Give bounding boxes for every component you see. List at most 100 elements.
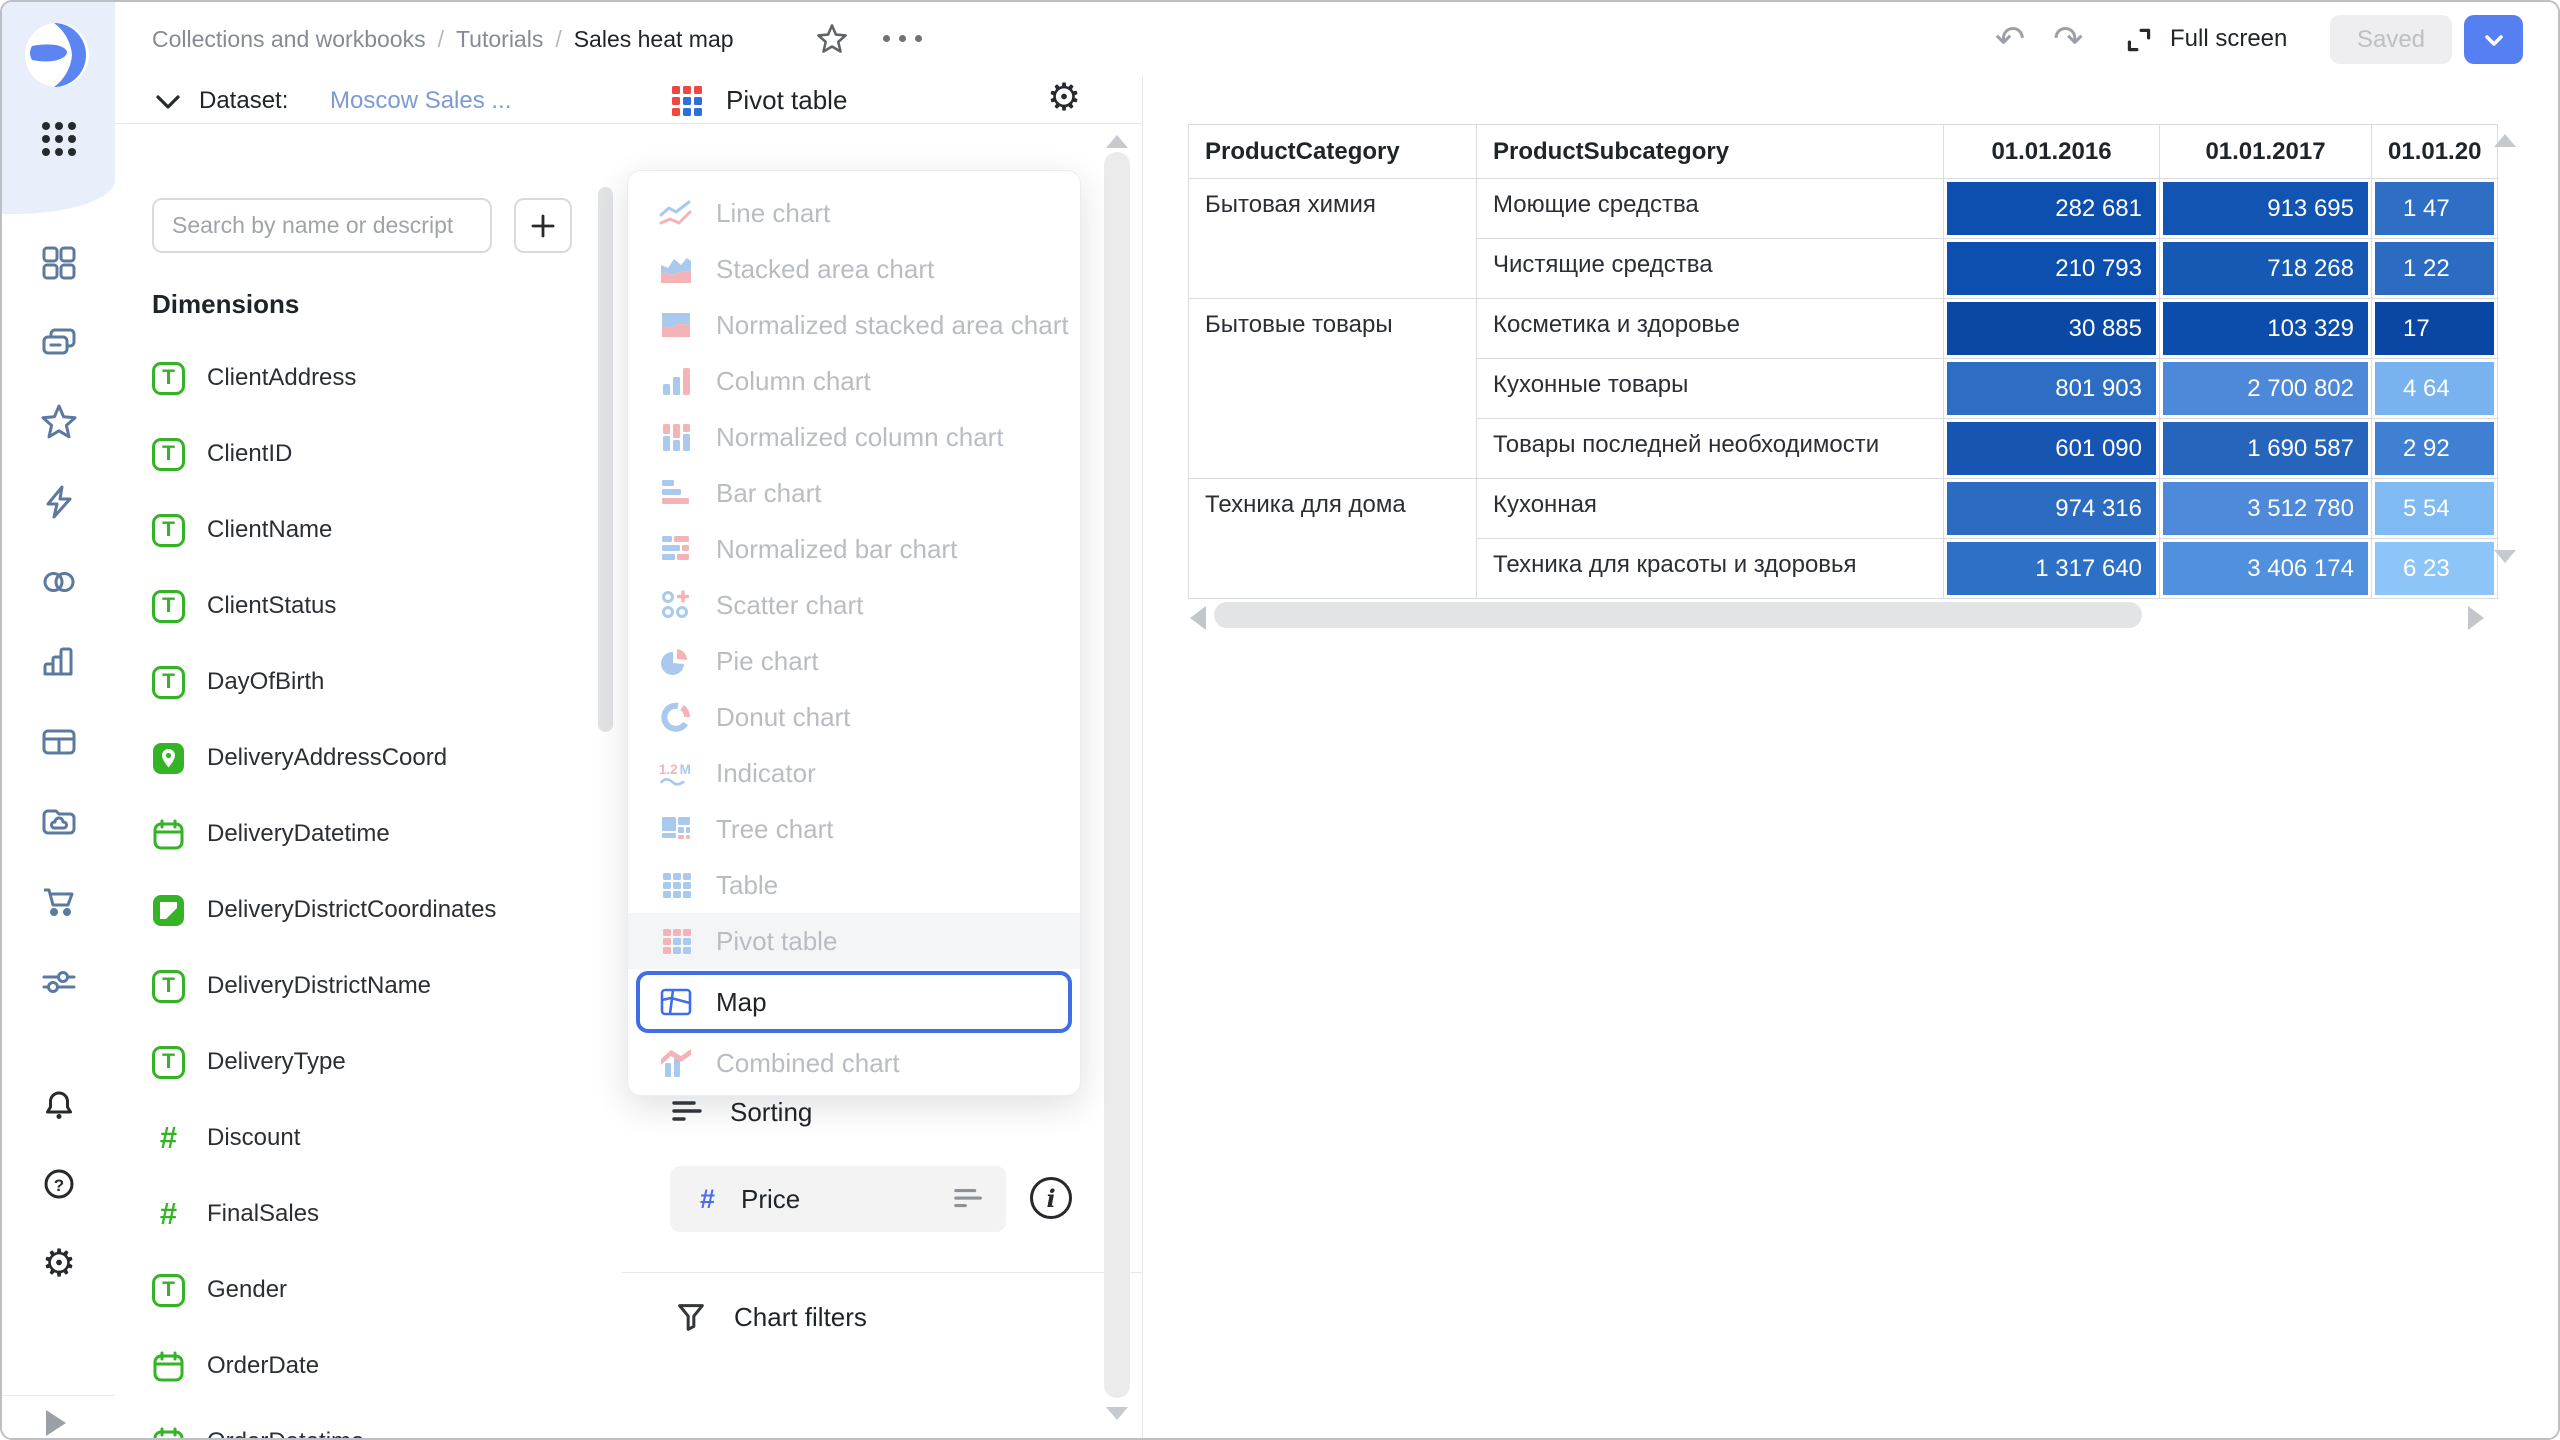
hscroll-left-arrow-icon[interactable] <box>1190 606 1206 630</box>
chart-settings-gear-icon[interactable]: ⚙ <box>1047 79 1081 117</box>
more-actions-icon[interactable] <box>883 35 922 42</box>
hscroll-thumb[interactable] <box>1214 602 2142 628</box>
menu-item-combined-chart[interactable]: Combined chart <box>628 1035 1080 1091</box>
hscroll-right-arrow-icon[interactable] <box>2468 606 2484 630</box>
datalens-logo-icon[interactable] <box>24 22 90 88</box>
normalized-column-chart-icon <box>658 419 694 455</box>
scroll-down-icon[interactable] <box>1106 1407 1128 1420</box>
breadcrumb-current-page: Sales heat map <box>573 26 734 52</box>
visualization-selector[interactable]: Pivot table <box>670 83 847 117</box>
menu-item-donut-chart[interactable]: Donut chart <box>628 689 1080 745</box>
favorite-star-icon[interactable] <box>815 22 849 56</box>
menu-item-line-chart[interactable]: Line chart <box>628 185 1080 241</box>
heat-value-cell: 1 690 587 <box>2159 418 2372 479</box>
dataset-panel: Dataset: Moscow Sales ... Dimensions T Cl… <box>115 77 623 1438</box>
editor-lightning-icon[interactable] <box>38 481 80 523</box>
menu-item-scatter-chart[interactable]: Scatter chart <box>628 577 1080 633</box>
add-field-button[interactable] <box>514 198 572 253</box>
geopoint-field-icon <box>153 742 184 774</box>
charts-icon[interactable] <box>38 641 80 683</box>
sort-direction-icon[interactable] <box>952 1184 986 1214</box>
tables-icon[interactable] <box>38 721 80 763</box>
services-sliders-icon[interactable] <box>38 961 80 1003</box>
field-item-FinalSales[interactable]: # FinalSales <box>115 1176 595 1252</box>
connections-venn-icon[interactable] <box>38 561 80 603</box>
field-item-ClientName[interactable]: T ClientName <box>115 492 595 568</box>
menu-item-map[interactable]: Map <box>636 971 1072 1033</box>
saved-button[interactable]: Saved <box>2330 15 2452 64</box>
sorting-field-price-chip[interactable]: # Price <box>670 1166 1006 1232</box>
dataset-name-link[interactable]: Moscow Sales ... <box>330 87 511 115</box>
number-field-icon: # <box>700 1183 716 1214</box>
field-search-input[interactable] <box>152 198 492 253</box>
menu-item-normalized-column-chart[interactable]: Normalized column chart <box>628 409 1080 465</box>
stacked-area-chart-icon <box>658 251 694 287</box>
fullscreen-button[interactable]: Full screen <box>2170 25 2287 53</box>
apps-grid-icon[interactable] <box>38 118 80 160</box>
field-item-ClientStatus[interactable]: T ClientStatus <box>115 568 595 644</box>
fullscreen-icon[interactable] <box>2123 24 2155 56</box>
number-field-icon: # <box>159 1196 178 1231</box>
undo-icon[interactable]: ↶ <box>1995 18 2025 60</box>
field-item-DeliveryDistrictName[interactable]: T DeliveryDistrictName <box>115 948 595 1024</box>
dashboards-icon[interactable] <box>38 242 80 284</box>
favorites-star-icon[interactable] <box>38 401 80 443</box>
menu-item-pivot-table[interactable]: Pivot table <box>628 913 1080 969</box>
field-item-ClientID[interactable]: T ClientID <box>115 416 595 492</box>
table-icon <box>658 867 694 903</box>
redo-icon[interactable]: ↷ <box>2053 18 2083 60</box>
menu-item-normalized-bar-chart[interactable]: Normalized bar chart <box>628 521 1080 577</box>
dataset-panel-scrollbar[interactable] <box>598 187 613 732</box>
scroll-up-icon[interactable] <box>1106 135 1128 148</box>
breadcrumb-tutorials[interactable]: Tutorials <box>456 26 543 53</box>
breadcrumb-collections[interactable]: Collections and workbooks <box>152 26 426 53</box>
storage-folder-icon[interactable] <box>38 801 80 843</box>
menu-item-tree-chart[interactable]: Tree chart <box>628 801 1080 857</box>
dataset-label: Dataset: <box>199 87 289 114</box>
menu-item-label: Indicator <box>716 757 816 788</box>
heat-value-cell: 718 268 <box>2159 238 2372 299</box>
number-field-icon: # <box>159 1120 178 1155</box>
dimensions-section-title: Dimensions <box>152 289 300 319</box>
help-icon[interactable]: ? <box>38 1163 80 1205</box>
field-item-DeliveryDistrictCoordinates[interactable]: DeliveryDistrictCoordinates <box>115 872 595 948</box>
dataset-header[interactable]: Dataset: Moscow Sales ... <box>115 77 622 124</box>
save-dropdown-button[interactable] <box>2464 15 2523 64</box>
field-item-DeliveryType[interactable]: T DeliveryType <box>115 1024 595 1100</box>
heat-value-cell: 974 316 <box>1943 478 2160 539</box>
vscroll-up-arrow-icon[interactable] <box>2494 134 2516 147</box>
column-header: ProductCategory <box>1188 124 1477 179</box>
menu-item-bar-chart[interactable]: Bar chart <box>628 465 1080 521</box>
field-label: DeliveryType <box>207 1048 346 1075</box>
menu-item-label: Scatter chart <box>716 589 864 620</box>
menu-item-pie-chart[interactable]: Pie chart <box>628 633 1080 689</box>
field-item-DayOfBirth[interactable]: T DayOfBirth <box>115 644 595 720</box>
sorting-field-label: Price <box>741 1183 801 1214</box>
menu-item-normalized-stacked-area-chart[interactable]: Normalized stacked area chart <box>628 297 1080 353</box>
field-item-Discount[interactable]: # Discount <box>115 1100 595 1176</box>
field-item-OrderDatetime[interactable]: OrderDatetime <box>115 1404 595 1438</box>
settings-gear-icon[interactable]: ⚙ <box>38 1243 80 1285</box>
collections-icon[interactable] <box>38 321 80 363</box>
chart-filters-title: Chart filters <box>734 1301 867 1332</box>
menu-item-table[interactable]: Table <box>628 857 1080 913</box>
menu-item-indicator[interactable]: 1.2 M Indicator <box>628 745 1080 801</box>
heat-value-cell: 17 <box>2370 298 2499 359</box>
config-panel-scrollbar[interactable] <box>1104 152 1130 1398</box>
marketplace-cart-icon[interactable] <box>38 881 80 923</box>
field-item-OrderDate[interactable]: OrderDate <box>115 1328 595 1404</box>
field-item-DeliveryAddressCoord[interactable]: DeliveryAddressCoord <box>115 720 595 796</box>
chart-filters-section[interactable]: Chart filters <box>674 1299 867 1335</box>
notifications-bell-icon[interactable] <box>38 1085 80 1127</box>
text-field-icon: T <box>152 361 185 395</box>
field-label: ClientID <box>207 440 293 467</box>
field-info-icon[interactable]: i <box>1030 1177 1072 1219</box>
vscroll-down-arrow-icon[interactable] <box>2494 550 2516 563</box>
menu-item-stacked-area-chart[interactable]: Stacked area chart <box>628 241 1080 297</box>
field-item-ClientAddress[interactable]: T ClientAddress <box>115 340 595 416</box>
field-item-Gender[interactable]: T Gender <box>115 1252 595 1328</box>
rail-collapse-arrow-icon[interactable] <box>46 1410 66 1436</box>
menu-item-column-chart[interactable]: Column chart <box>628 353 1080 409</box>
svg-text:?: ? <box>54 1176 64 1195</box>
field-item-DeliveryDatetime[interactable]: DeliveryDatetime <box>115 796 595 872</box>
